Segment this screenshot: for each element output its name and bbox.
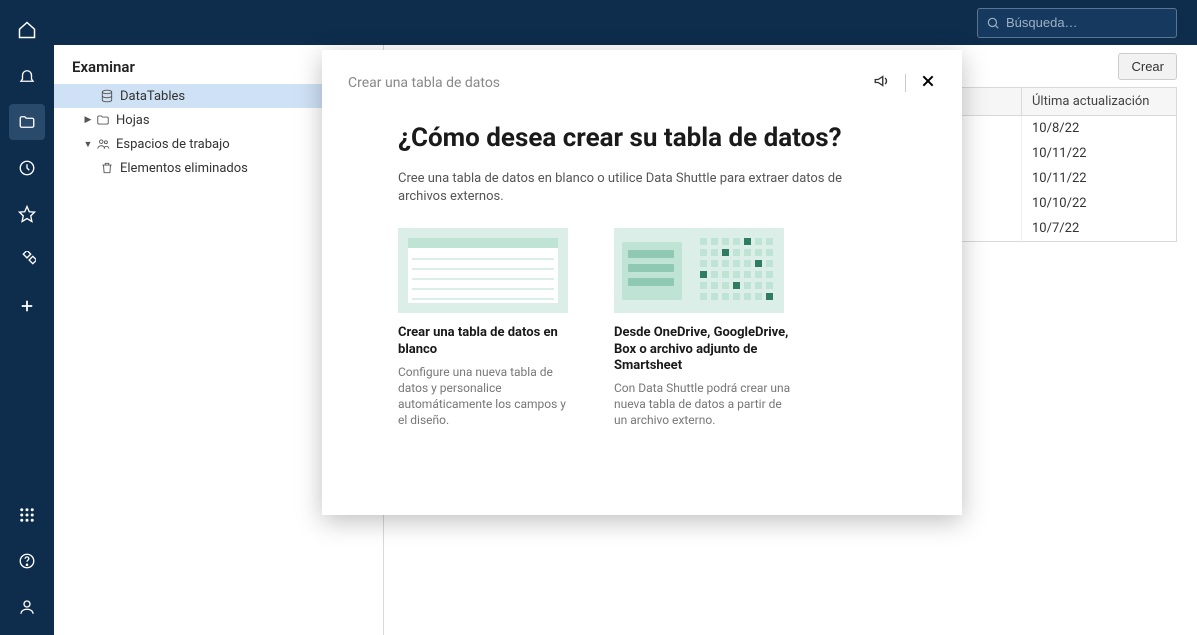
notifications-icon[interactable] (9, 58, 45, 94)
add-icon[interactable] (9, 288, 45, 324)
apps-icon[interactable] (9, 497, 45, 533)
chevron-down-icon: ▼ (82, 139, 94, 150)
help-icon[interactable] (9, 543, 45, 579)
option-title: Crear una tabla de datos en blanco (398, 325, 578, 358)
create-button[interactable]: Crear (1118, 53, 1177, 80)
top-bar (0, 0, 1197, 45)
modal-header: Crear una tabla de datos (348, 72, 936, 94)
database-icon (98, 89, 116, 103)
cell-date: 10/10/22 (1022, 191, 1177, 216)
folder-icon (94, 113, 112, 127)
modal-subtext: Cree una tabla de datos en blanco o util… (398, 170, 886, 206)
tree-item-label: Espacios de trabajo (116, 137, 230, 152)
tree-item-label: Elementos eliminados (120, 161, 248, 176)
chevron-right-icon: ▶ (82, 115, 94, 125)
import-thumbnail (614, 228, 784, 313)
search-box[interactable] (977, 8, 1177, 38)
cell-date: 10/8/22 (1022, 116, 1177, 142)
home-icon[interactable] (9, 12, 45, 48)
recent-icon[interactable] (9, 150, 45, 186)
browse-icon[interactable] (9, 104, 45, 140)
trash-icon (98, 161, 116, 175)
column-last-update[interactable]: Última actualización (1022, 88, 1177, 116)
search-input[interactable] (1006, 15, 1168, 30)
search-icon (986, 16, 1000, 30)
create-datatable-modal: Crear una tabla de datos ¿Cómo desea cre… (322, 50, 962, 515)
option-title: Desde OneDrive, GoogleDrive, Box o archi… (614, 325, 794, 374)
left-rail (0, 0, 54, 635)
modal-breadcrumb: Crear una tabla de datos (348, 75, 500, 91)
tree-item-label: DataTables (120, 89, 185, 104)
divider (905, 74, 906, 92)
megaphone-icon[interactable] (873, 72, 891, 94)
cell-date: 10/11/22 (1022, 141, 1177, 166)
workapps-icon[interactable] (9, 242, 45, 278)
option-description: Con Data Shuttle podrá crear una nueva t… (614, 380, 794, 429)
people-icon (94, 137, 112, 151)
option-import-table[interactable]: Desde OneDrive, GoogleDrive, Box o archi… (614, 228, 794, 428)
modal-options: Crear una tabla de datos en blanco Confi… (398, 228, 886, 428)
modal-heading: ¿Cómo desea crear su tabla de datos? (398, 124, 886, 154)
cell-date: 10/7/22 (1022, 216, 1177, 242)
option-blank-table[interactable]: Crear una tabla de datos en blanco Confi… (398, 228, 578, 428)
account-icon[interactable] (9, 589, 45, 625)
favorites-icon[interactable] (9, 196, 45, 232)
close-icon[interactable] (920, 73, 936, 93)
tree-item-label: Hojas (116, 113, 150, 128)
modal-body: ¿Cómo desea crear su tabla de datos? Cre… (348, 94, 936, 429)
blank-table-thumbnail (398, 228, 568, 313)
cell-date: 10/11/22 (1022, 166, 1177, 191)
option-description: Configure una nueva tabla de datos y per… (398, 364, 578, 429)
